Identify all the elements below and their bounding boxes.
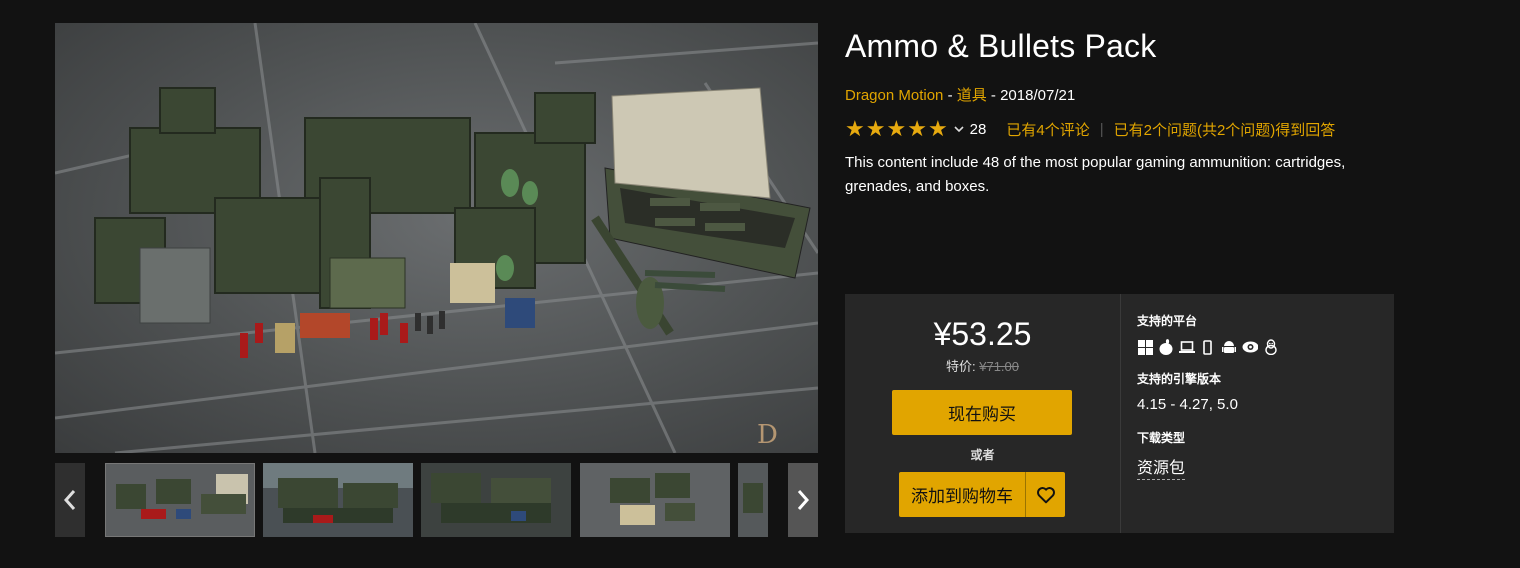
product-title: Ammo & Bullets Pack [845, 28, 1157, 64]
main-product-image[interactable]: D [55, 23, 818, 453]
thumbnail-5[interactable] [738, 463, 768, 537]
logo-mark: D [757, 420, 778, 450]
or-divider-text: 或者 [970, 448, 995, 462]
cart-button-group: 添加到购物车 [899, 472, 1065, 517]
rating-row: ★ ★ ★ ★ ★ 28 已有4个评论 | 已有2个问题(共2个问题)得到回答 [845, 118, 1335, 140]
product-description: This content include 48 of the most popu… [845, 154, 1346, 195]
product-meta: Dragon Motion - 道具 - 2018/07/21 [845, 84, 1075, 105]
linux-icon [1263, 339, 1279, 355]
questions-link[interactable]: 已有2个问题(共2个问题)得到回答 [1114, 119, 1336, 140]
heart-icon [1036, 486, 1055, 503]
chevron-right-icon [797, 490, 810, 510]
buy-now-button[interactable]: 现在购买 [892, 390, 1072, 435]
engine-versions: 4.15 - 4.27, 5.0 [1137, 396, 1238, 413]
previous-arrow-button[interactable] [55, 463, 85, 537]
original-price: ¥71.00 [979, 359, 1019, 374]
reviews-link[interactable]: 已有4个评论 [1006, 119, 1089, 140]
meta-separator: - [947, 87, 953, 104]
laptop-icon [1179, 339, 1195, 355]
star-rating[interactable]: ★ ★ ★ ★ ★ [845, 118, 948, 140]
next-arrow-button[interactable] [788, 463, 818, 537]
download-type-link[interactable]: 资源包 [1137, 454, 1186, 480]
buy-column: ¥53.25 特价: ¥71.00 现在购买 或者 添加到购物车 [845, 294, 1120, 533]
release-date: 2018/07/21 [1000, 87, 1076, 104]
specs-column: 支持的平台 支持的引擎版本 4.15 - 4.27, 5.0 下载类型 资源包 [1137, 294, 1387, 533]
star-icon: ★ [865, 116, 886, 141]
platform-icons [1137, 339, 1279, 355]
thumbnail-2[interactable] [263, 463, 413, 537]
star-icon: ★ [886, 116, 907, 141]
star-icon: ★ [907, 116, 927, 141]
rating-separator: | [1099, 120, 1104, 138]
ammo-crates-render: D [55, 23, 818, 453]
category-link[interactable]: 道具 [957, 87, 987, 104]
chevron-down-icon[interactable] [954, 122, 964, 136]
chevron-left-icon [63, 490, 76, 510]
sale-price-line: 特价: ¥71.00 [845, 356, 1120, 375]
wishlist-button[interactable] [1025, 472, 1065, 517]
windows-icon [1137, 339, 1153, 355]
thumbnail-1[interactable] [105, 463, 255, 537]
current-price: ¥53.25 [933, 316, 1032, 352]
engine-versions-label: 支持的引擎版本 [1137, 372, 1222, 386]
add-to-cart-button[interactable]: 添加到购物车 [899, 472, 1025, 517]
android-icon [1221, 339, 1237, 355]
star-icon: ★ [845, 116, 865, 141]
thumbnail-4[interactable] [580, 463, 730, 537]
vr-eye-icon [1242, 339, 1258, 355]
panel-divider [1120, 294, 1121, 533]
download-type-label: 下载类型 [1137, 431, 1186, 445]
phone-icon [1200, 339, 1216, 355]
platforms-label: 支持的平台 [1137, 314, 1198, 328]
star-icon: ★ [927, 116, 948, 141]
sale-label: 特价: [945, 359, 976, 374]
meta-separator: - [990, 87, 996, 104]
rating-count: 28 [969, 120, 987, 138]
thumbnail-3[interactable] [421, 463, 571, 537]
thumbnail-strip [55, 463, 818, 537]
apple-icon [1158, 339, 1174, 355]
seller-link[interactable]: Dragon Motion [845, 87, 943, 104]
purchase-panel: ¥53.25 特价: ¥71.00 现在购买 或者 添加到购物车 支持的平台 支… [845, 294, 1394, 533]
